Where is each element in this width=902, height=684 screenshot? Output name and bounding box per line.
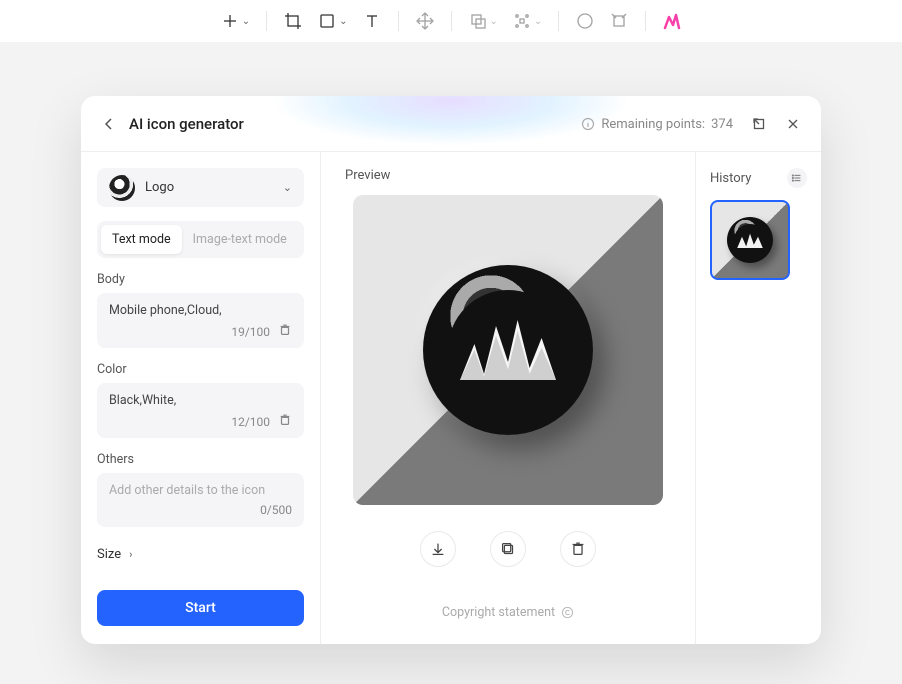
copyright-icon xyxy=(561,606,574,619)
style-select[interactable]: Logo ⌄ xyxy=(97,168,304,207)
popout-button[interactable] xyxy=(751,116,767,132)
others-field-group: Others Add other details to the icon 0/5… xyxy=(97,452,304,527)
list-icon xyxy=(791,172,803,184)
toolbar-ai[interactable] xyxy=(662,11,682,31)
modal-title: AI icon generator xyxy=(129,115,244,133)
download-button[interactable] xyxy=(420,531,456,567)
distribute-icon xyxy=(512,11,532,31)
text-icon xyxy=(362,11,382,31)
toolbar-divider xyxy=(558,11,559,31)
color-clear-button[interactable] xyxy=(278,413,292,430)
style-avatar-icon xyxy=(109,175,135,201)
trash-icon xyxy=(278,413,292,427)
body-input-value: Mobile phone,Cloud, xyxy=(109,303,292,319)
toolbar-divider xyxy=(266,11,267,31)
chevron-down-icon: ⌄ xyxy=(534,16,542,27)
boolean-icon xyxy=(468,11,488,31)
others-label: Others xyxy=(97,452,304,467)
back-button[interactable] xyxy=(101,116,117,132)
history-item-1[interactable] xyxy=(710,200,790,280)
color-char-count: 12/100 xyxy=(231,415,270,429)
center-panel: Preview xyxy=(321,152,696,644)
trash-icon xyxy=(278,323,292,337)
color-input-value: Black,White, xyxy=(109,393,292,409)
copyright-label: Copyright statement xyxy=(442,605,555,620)
style-select-label: Logo xyxy=(145,180,174,195)
plus-icon xyxy=(220,11,240,31)
top-toolbar: ⌄ ⌄ ⌄ ⌄ xyxy=(0,0,902,42)
body-field-group: Body Mobile phone,Cloud, 19/100 xyxy=(97,272,304,348)
modal-header: AI icon generator Remaining points: 374 xyxy=(81,96,821,152)
color-label: Color xyxy=(97,362,304,377)
others-char-count: 0/500 xyxy=(260,503,292,517)
copy-icon xyxy=(499,540,517,558)
ai-icon-generator-modal: AI icon generator Remaining points: 374 … xyxy=(81,96,821,644)
chevron-down-icon: ⌄ xyxy=(339,16,347,27)
trash-icon xyxy=(569,540,587,558)
crop-icon xyxy=(283,11,303,31)
ellipse-icon xyxy=(575,11,595,31)
remaining-points-label: Remaining points: xyxy=(601,117,705,132)
remaining-points: Remaining points: 374 xyxy=(581,117,733,132)
toolbar-ellipse[interactable] xyxy=(575,11,595,31)
start-button-label: Start xyxy=(185,600,216,616)
preview-label: Preview xyxy=(345,168,390,183)
toolbar-move[interactable] xyxy=(415,11,435,31)
remaining-points-value: 374 xyxy=(711,117,733,132)
toolbar-crop[interactable] xyxy=(283,11,303,31)
toolbar-boolean[interactable]: ⌄ xyxy=(468,11,498,31)
color-input[interactable]: Black,White, 12/100 xyxy=(97,383,304,438)
size-label: Size xyxy=(97,547,121,562)
chevron-down-icon: ⌄ xyxy=(283,181,292,194)
download-icon xyxy=(429,540,447,558)
left-panel: Logo ⌄ Text mode Image-text mode Body Mo… xyxy=(81,152,321,644)
preview-artwork xyxy=(448,290,568,410)
history-thumb-artwork xyxy=(734,224,766,256)
preview-actions xyxy=(420,531,596,567)
chevron-down-icon: ⌄ xyxy=(490,16,498,27)
preview-image xyxy=(353,195,663,505)
popout-icon xyxy=(752,117,766,131)
history-view-toggle[interactable] xyxy=(787,168,807,188)
delete-button[interactable] xyxy=(560,531,596,567)
preview-disc xyxy=(423,265,593,435)
chevron-down-icon: ⌄ xyxy=(242,16,250,27)
toolbar-plus[interactable]: ⌄ xyxy=(220,11,250,31)
others-placeholder: Add other details to the icon xyxy=(109,483,292,499)
rect-icon xyxy=(317,11,337,31)
tab-image-text-mode[interactable]: Image-text mode xyxy=(182,225,298,254)
body-clear-button[interactable] xyxy=(278,323,292,340)
move-icon xyxy=(415,11,435,31)
toolbar-divider xyxy=(398,11,399,31)
toolbar-divider xyxy=(451,11,452,31)
info-icon xyxy=(581,117,595,131)
ai-icon xyxy=(662,11,682,31)
size-toggle[interactable]: Size › xyxy=(97,547,304,562)
transform-icon xyxy=(609,11,629,31)
chevron-left-icon xyxy=(102,117,116,131)
copy-button[interactable] xyxy=(490,531,526,567)
body-label: Body xyxy=(97,272,304,287)
body-input[interactable]: Mobile phone,Cloud, 19/100 xyxy=(97,293,304,348)
mode-tabs: Text mode Image-text mode xyxy=(97,221,304,258)
history-thumb-disc xyxy=(727,217,773,263)
copyright-row[interactable]: Copyright statement xyxy=(442,605,574,620)
toolbar-distribute[interactable]: ⌄ xyxy=(512,11,542,31)
body-char-count: 19/100 xyxy=(231,325,270,339)
color-field-group: Color Black,White, 12/100 xyxy=(97,362,304,438)
toolbar-rectangle[interactable]: ⌄ xyxy=(317,11,347,31)
toolbar-text[interactable] xyxy=(362,11,382,31)
tab-text-mode[interactable]: Text mode xyxy=(101,225,182,254)
start-button[interactable]: Start xyxy=(97,590,304,626)
history-label: History xyxy=(710,171,751,186)
toolbar-divider xyxy=(645,11,646,31)
chevron-right-icon: › xyxy=(129,548,132,561)
toolbar-transform[interactable] xyxy=(609,11,629,31)
others-input[interactable]: Add other details to the icon 0/500 xyxy=(97,473,304,527)
close-icon xyxy=(786,117,800,131)
right-panel: History xyxy=(696,152,821,644)
close-button[interactable] xyxy=(785,116,801,132)
